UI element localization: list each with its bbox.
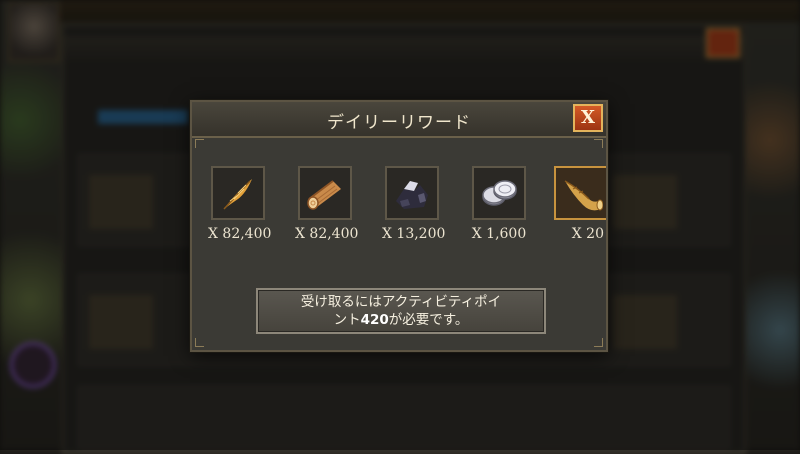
reward-amount: X 1,600 bbox=[471, 226, 527, 242]
notice-line1: 受け取るにはアクティビティポイ bbox=[300, 294, 502, 310]
reward-slot bbox=[298, 166, 352, 220]
reward-slot bbox=[385, 166, 439, 220]
feather-icon bbox=[223, 179, 252, 210]
reward-slot bbox=[211, 166, 265, 220]
notice-line2-prefix: ント bbox=[333, 312, 361, 328]
notice-text: 受け取るにはアクティビティポイ ント420が必要です。 bbox=[264, 293, 538, 329]
reward-slot bbox=[472, 166, 526, 220]
required-points: 420 bbox=[360, 312, 389, 328]
reward-item-feather[interactable]: X 82,400 bbox=[208, 166, 272, 242]
frame-corner bbox=[195, 139, 204, 148]
reward-item-horn[interactable]: X 20 bbox=[554, 166, 606, 242]
iron-ore-icon bbox=[396, 181, 428, 209]
notice-line2-suffix: が必要です。 bbox=[388, 312, 469, 328]
daily-reward-dialog: デイリーリワード X X 82,400 X 82,400 X 13,200 X … bbox=[190, 100, 608, 352]
reward-slot bbox=[554, 166, 606, 220]
reward-item-silver[interactable]: X 1,600 bbox=[469, 166, 529, 242]
silver-coins-icon bbox=[482, 180, 517, 206]
frame-corner bbox=[594, 139, 603, 148]
reward-amount: X 13,200 bbox=[382, 226, 446, 242]
reward-amount: X 82,400 bbox=[208, 226, 272, 242]
reward-amount: X 20 bbox=[571, 226, 604, 242]
reward-amount: X 82,400 bbox=[295, 226, 359, 242]
dialog-header: デイリーリワード X bbox=[192, 102, 606, 138]
wood-log-icon bbox=[307, 180, 341, 210]
frame-corner bbox=[594, 338, 603, 347]
reward-item-iron[interactable]: X 13,200 bbox=[382, 166, 446, 242]
requirement-notice: 受け取るにはアクティビティポイ ント420が必要です。 bbox=[256, 288, 546, 334]
horn-icon bbox=[564, 180, 603, 211]
close-button[interactable]: X bbox=[573, 104, 603, 132]
reward-item-wood[interactable]: X 82,400 bbox=[295, 166, 359, 242]
dialog-title: デイリーリワード bbox=[327, 113, 471, 133]
frame-corner bbox=[195, 338, 204, 347]
